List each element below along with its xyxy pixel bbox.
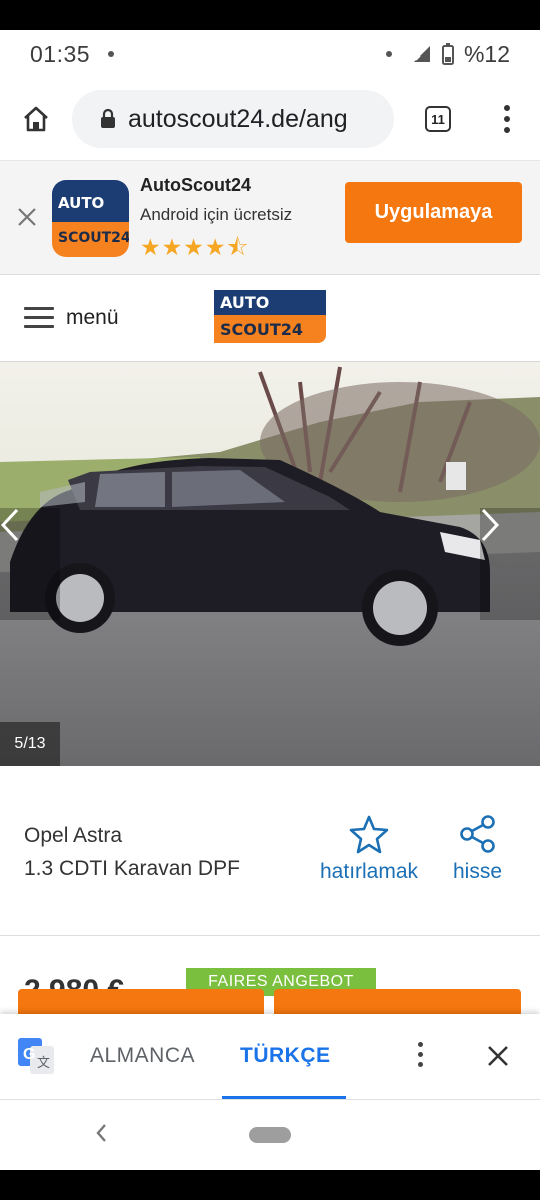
app-subtitle: Android için ücretsiz	[140, 205, 293, 224]
more-vert-icon	[504, 105, 510, 111]
browser-toolbar: autoscout24.de/ang 11	[0, 78, 540, 160]
car-photo-gallery[interactable]: 5/13	[0, 362, 540, 766]
close-icon[interactable]	[16, 206, 38, 228]
tab-count: 11	[425, 106, 451, 132]
app-install-banner: AUTO SCOUT24 AutoScout24 Android için üc…	[0, 160, 540, 275]
car-photo	[0, 362, 540, 766]
photo-counter: 5/13	[0, 722, 60, 766]
site-logo[interactable]: AUTO SCOUT24	[214, 290, 326, 343]
site-logo-bottom: SCOUT24	[214, 315, 326, 343]
notification-dot-icon	[108, 51, 115, 57]
next-photo-button[interactable]	[480, 508, 540, 620]
install-app-button[interactable]: Uygulamaya	[345, 182, 522, 243]
previous-photo-button[interactable]	[0, 508, 60, 620]
back-icon[interactable]	[94, 1122, 108, 1144]
selected-tab-indicator	[222, 1096, 346, 1099]
star-icon	[349, 815, 389, 854]
url-text: autoscout24.de/ang	[128, 104, 348, 133]
chevron-left-icon	[0, 508, 19, 542]
phone-screen: 01:35 %12 autoscout24.de/ang 11 AUTO SCO…	[0, 30, 540, 1170]
app-logo: AUTO SCOUT24	[52, 180, 129, 257]
more-vert-icon	[417, 1042, 423, 1047]
translate-bar: G文 ALMANCA TÜRKÇE	[0, 1014, 540, 1100]
hamburger-menu-icon[interactable]	[24, 307, 54, 334]
target-language-tab[interactable]: TÜRKÇE	[240, 1044, 331, 1068]
home-icon	[24, 106, 48, 132]
app-logo-top: AUTO	[52, 180, 129, 222]
source-language-tab[interactable]: ALMANCA	[90, 1044, 195, 1068]
notification-dot-icon	[385, 51, 392, 57]
address-bar[interactable]: autoscout24.de/ang	[72, 90, 394, 148]
app-banner-info: AutoScout24 Android için ücretsiz ★★★★⯪	[140, 175, 292, 270]
status-time: 01:35	[30, 40, 91, 67]
signal-icon	[413, 46, 430, 62]
chevron-right-icon	[481, 508, 500, 542]
car-model: 1.3 CDTI Karavan DPF	[24, 857, 240, 880]
share-icon	[459, 815, 495, 853]
tab-switcher-button[interactable]: 11	[394, 106, 482, 132]
home-button[interactable]	[0, 105, 72, 133]
close-icon[interactable]	[486, 1044, 510, 1068]
lock-icon	[101, 109, 115, 128]
battery-percent: %12	[463, 40, 510, 67]
rating-stars-icon: ★★★★⯪	[140, 234, 250, 260]
translate-options-button[interactable]	[415, 1042, 425, 1067]
car-make: Opel Astra	[24, 824, 123, 847]
browser-menu-button[interactable]	[482, 105, 532, 133]
status-icons: %12	[385, 40, 510, 68]
remember-button[interactable]: hatırlamak	[320, 814, 418, 884]
site-header: menü AUTO SCOUT24	[0, 276, 540, 362]
app-logo-bottom: SCOUT24	[52, 222, 129, 257]
battery-icon	[441, 43, 454, 65]
site-logo-top: AUTO	[214, 290, 326, 315]
google-translate-icon: G文	[18, 1038, 54, 1074]
app-name: AutoScout24	[140, 175, 252, 195]
remember-label: hatırlamak	[320, 860, 419, 883]
listing-title-block: Opel Astra 1.3 CDTI Karavan DPF hatırlam…	[0, 766, 540, 936]
status-bar: 01:35 %12	[0, 30, 540, 78]
system-navigation-bar	[0, 1100, 540, 1170]
share-label: hisse	[453, 860, 503, 883]
svg-text:文: 文	[37, 1056, 50, 1071]
menu-label[interactable]: menü	[66, 306, 119, 330]
svg-text:G: G	[23, 1046, 35, 1063]
home-pill-button[interactable]	[249, 1127, 291, 1143]
share-button[interactable]: hisse	[453, 814, 502, 884]
